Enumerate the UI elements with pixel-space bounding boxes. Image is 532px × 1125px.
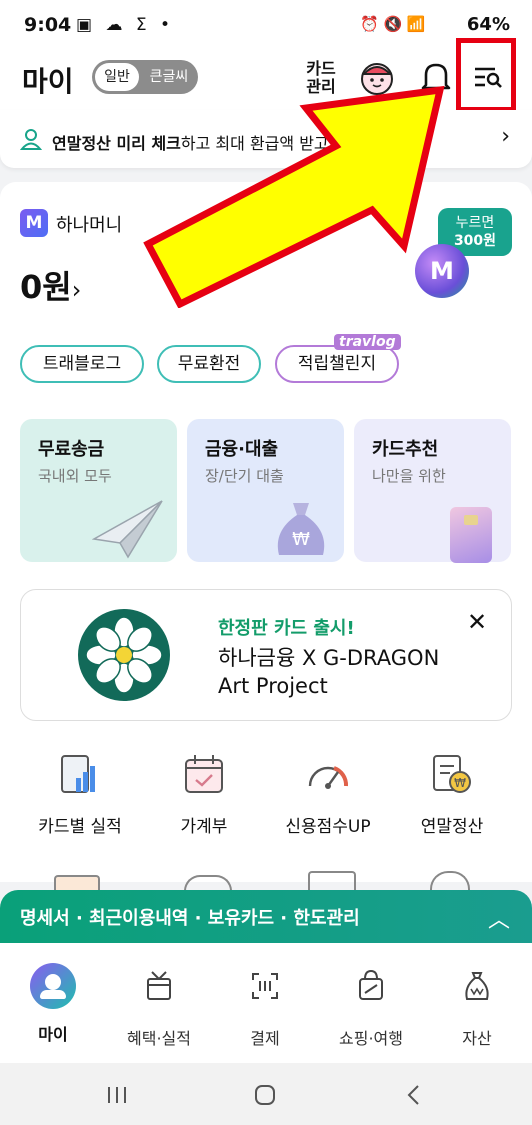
barcode-scan-icon — [252, 973, 278, 999]
status-right-icons: ⏰ 🔇 📶 — [360, 15, 426, 33]
quick-label: 연말정산 — [420, 817, 484, 837]
person-icon — [20, 129, 42, 150]
tile-sub: 국내외 모두 — [38, 467, 112, 485]
quick-year-end-tax[interactable]: ₩ 연말정산 — [392, 752, 512, 837]
partial-icon — [184, 875, 232, 891]
gift-icon — [147, 971, 171, 1000]
bar-chart-icon — [61, 755, 95, 793]
pill-free-exchange[interactable]: 무료환전 — [157, 345, 261, 383]
nav-payment[interactable]: 결제 — [212, 943, 318, 1049]
nav-label: 결제 — [250, 1029, 280, 1048]
status-time: 9:04 — [24, 14, 72, 36]
tile-free-transfer[interactable]: 무료송금 국내외 모두 — [20, 419, 177, 562]
svg-text:₩: ₩ — [454, 776, 466, 790]
quick-card-performance[interactable]: 카드별 실적 — [20, 752, 140, 837]
quick-label: 가계부 — [180, 817, 228, 837]
tile-sub: 나만을 위한 — [372, 467, 446, 485]
nav-my[interactable]: 마이 — [0, 943, 106, 1045]
flower-logo-icon — [78, 609, 170, 701]
nav-label: 쇼핑·여행 — [339, 1029, 403, 1048]
pill-savings-challenge[interactable]: 적립챌린지 — [275, 345, 399, 383]
chevron-right-icon: › — [501, 124, 510, 149]
menu-search-button[interactable] — [456, 38, 516, 112]
battery-level: 64% — [466, 14, 510, 35]
my-avatar-icon — [30, 963, 76, 1009]
nav-label: 자산 — [462, 1029, 492, 1048]
shopping-bag-icon — [359, 969, 383, 1000]
promo-line1: 하나금융 X G-DRAGON — [218, 646, 440, 670]
gdragon-promo[interactable]: 한정판 카드 출시! 하나금융 X G-DRAGON Art Project ✕ — [20, 589, 512, 721]
page-title: 마이 — [22, 65, 74, 98]
nav-benefits[interactable]: 혜택·실적 — [106, 943, 212, 1049]
gauge-icon — [308, 766, 348, 789]
paper-plane-icon — [92, 500, 163, 559]
card-image-icon — [450, 507, 492, 563]
chevron-up-icon[interactable]: ︿ — [488, 902, 510, 934]
chevron-right-icon: › — [71, 276, 82, 304]
balance-button[interactable]: 0원› — [20, 262, 81, 308]
quick-household-ledger[interactable]: 가계부 — [144, 752, 264, 837]
quick-label: 카드별 실적 — [38, 817, 122, 837]
travlog-tag: travlog — [334, 334, 401, 350]
tile-title: 카드추천 — [372, 439, 439, 460]
nav-label: 혜택·실적 — [127, 1029, 191, 1048]
menu-search-icon — [475, 67, 502, 88]
tile-title: 무료송금 — [38, 439, 105, 460]
tile-card-recommend[interactable]: 카드추천 나만을 위한 — [354, 419, 511, 563]
money-bag-icon: ₩ — [277, 503, 325, 555]
nav-shopping-travel[interactable]: 쇼핑·여행 — [318, 943, 424, 1049]
status-left-icons: ▣ ☁ Σ • — [76, 15, 175, 35]
tax-document-icon: ₩ — [433, 755, 471, 793]
svg-text:₩: ₩ — [292, 529, 310, 550]
back-icon[interactable] — [406, 1084, 422, 1106]
pill-travlog[interactable]: 트래블로그 — [20, 345, 144, 383]
quick-menu-text: 명세서 · 최근이용내역 · 보유카드 · 한도관리 — [20, 908, 360, 929]
quick-label: 신용점수UP — [285, 817, 371, 837]
quick-menu-bar[interactable]: 명세서 · 최근이용내역 · 보유카드 · 한도관리 ︿ — [0, 890, 532, 943]
hana-money-badge: M — [20, 209, 48, 237]
promo-headline: 한정판 카드 출시! — [218, 618, 355, 639]
calendar-icon — [185, 755, 223, 793]
tile-finance-loan[interactable]: 금융·대출 장/단기 대출 ₩ — [187, 419, 344, 562]
recent-apps-icon[interactable] — [106, 1085, 128, 1105]
nav-assets[interactable]: 자산 — [424, 943, 530, 1049]
bottom-nav: 마이 혜택·실적 결제 쇼핑·여행 자산 — [0, 943, 532, 1063]
promo-line2: Art Project — [218, 674, 328, 698]
balance-amount: 0원 — [20, 268, 72, 306]
status-bar: 9:04 ▣ ☁ Σ • ⏰ 🔇 📶 64% — [0, 0, 532, 52]
hana-money-label: 하나머니 — [56, 215, 123, 236]
system-nav-bar — [0, 1063, 532, 1125]
money-pouch-icon — [465, 972, 489, 1000]
tile-sub: 장/단기 대출 — [205, 467, 284, 485]
close-icon[interactable]: ✕ — [467, 608, 487, 636]
toggle-normal[interactable]: 일반 — [95, 63, 139, 91]
quick-credit-score[interactable]: 신용점수UP — [268, 752, 388, 837]
partial-icon — [430, 871, 470, 891]
partial-icon — [308, 871, 356, 891]
tile-title: 금융·대출 — [205, 439, 279, 460]
nav-label: 마이 — [38, 1025, 68, 1044]
annotation-arrow — [143, 85, 445, 308]
home-icon[interactable] — [254, 1084, 276, 1106]
partial-icon — [54, 875, 100, 891]
